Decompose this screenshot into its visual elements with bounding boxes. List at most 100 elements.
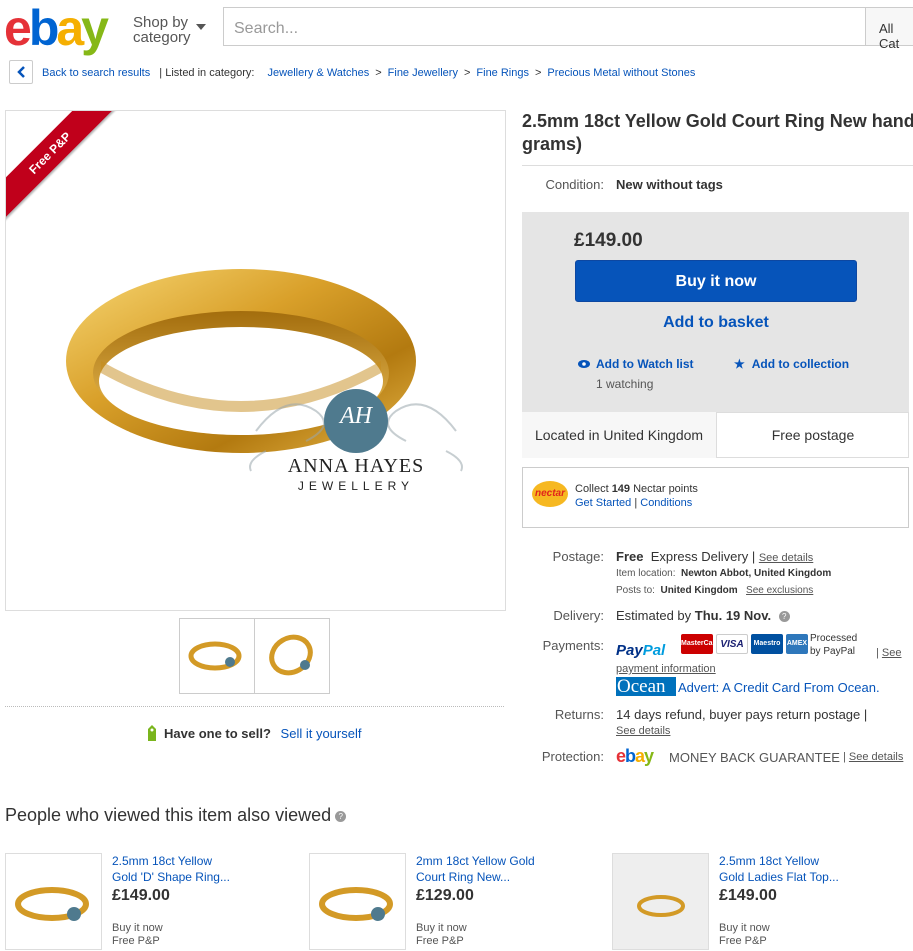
returns-see-details-link[interactable]: See details: [616, 725, 670, 737]
ring-thumbnail: [637, 895, 685, 917]
also-viewed-image-2[interactable]: [309, 853, 406, 950]
nectar-points-label: Nectar points: [633, 483, 698, 495]
logo-letter-a: a: [635, 746, 645, 766]
add-to-watch-list-link[interactable]: Add to Watch list: [578, 357, 694, 371]
breadcrumb: Back to search results | Listed in categ…: [42, 67, 695, 79]
payment-see-link[interactable]: | See: [876, 647, 902, 659]
thumbnail-2[interactable]: [254, 618, 330, 694]
sell-prompt: Have one to sell? Sell it yourself: [146, 725, 361, 741]
star-icon: ★: [734, 357, 745, 371]
nectar-logo: nectar: [532, 481, 568, 507]
payments-label: Payments:: [542, 638, 604, 653]
also-viewed-heading: People who viewed this item also viewed?: [5, 805, 347, 826]
back-to-search-link[interactable]: Back to search results: [42, 67, 150, 79]
item-location-label: Item location:: [616, 568, 676, 579]
add-to-collection-link[interactable]: ★ Add to collection: [734, 357, 849, 371]
processed-line: Processed: [810, 633, 858, 644]
item-price: £149.00: [574, 230, 643, 251]
also-viewed-price-2: £129.00: [416, 887, 474, 904]
shop-by-line2: category: [133, 29, 191, 46]
also-viewed-title-1a: 2.5mm 18ct Yellow: [112, 854, 213, 868]
also-viewed-image-3[interactable]: [612, 853, 709, 950]
maestro-icon: Maestro: [751, 634, 783, 654]
postage-see-details-link[interactable]: See details: [759, 552, 813, 564]
mastercard-icon: MasterCard: [681, 634, 720, 654]
nectar-points: 149: [611, 483, 631, 495]
item-title-line1: 2.5mm 18ct Yellow Gold Court Ring New ha…: [522, 111, 913, 131]
logo-letter-b: b: [625, 746, 636, 766]
also-viewed-title-2a: 2mm 18ct Yellow Gold: [416, 854, 535, 868]
posts-to: Posts to: United Kingdom See exclusions: [616, 585, 813, 596]
also-viewed-title-1[interactable]: 2.5mm 18ct Yellow Gold 'D' Shape Ring...: [112, 853, 242, 885]
money-back-guarantee: MONEY BACK GUARANTEE: [669, 750, 840, 765]
help-icon[interactable]: ?: [335, 810, 347, 822]
condition-label: Condition:: [545, 177, 604, 192]
postage-value: Free Express Delivery | See details: [616, 549, 814, 564]
free-postage: Free postage: [771, 427, 855, 443]
also-viewed-image-1[interactable]: [5, 853, 102, 950]
logo-letter-a: a: [56, 0, 84, 56]
returns-label: Returns:: [554, 707, 604, 722]
breadcrumb-precious-metal[interactable]: Precious Metal without Stones: [547, 67, 695, 79]
item-location: Located in United Kingdom: [522, 412, 717, 458]
visa-icon: VISA: [716, 634, 748, 654]
ocean-logo[interactable]: Ocean: [616, 677, 676, 696]
back-button[interactable]: [9, 60, 33, 84]
nectar-collect: Collect: [575, 483, 609, 495]
logo-letter-b: b: [28, 0, 59, 56]
help-icon[interactable]: ?: [778, 611, 790, 622]
ring-thumbnail: [269, 634, 313, 676]
logo-letter-y: y: [644, 746, 654, 766]
delivery-prefix: Estimated by: [616, 608, 692, 623]
breadcrumb-fine-rings[interactable]: Fine Rings: [476, 67, 529, 79]
ring-thumbnail: [188, 641, 242, 671]
chevron-left-icon: [17, 66, 25, 78]
ring-thumbnail: [15, 887, 89, 921]
breadcrumb-separator: >: [534, 67, 542, 79]
breadcrumb-fine-jewellery[interactable]: Fine Jewellery: [388, 67, 458, 79]
nectar-sep: |: [634, 497, 638, 509]
brand-subtitle: JEWELLERY: [297, 479, 415, 493]
also-viewed-title-3a: 2.5mm 18ct Yellow: [719, 854, 820, 868]
buy-it-now-button[interactable]: Buy it now: [575, 260, 857, 302]
buy-format: Buy it now: [416, 922, 467, 934]
nectar-conditions-link[interactable]: Conditions: [640, 497, 692, 509]
watching-count: 1 watching: [596, 377, 654, 391]
delivery-label: Delivery:: [553, 608, 604, 623]
ocean-advert-link[interactable]: Advert: A Credit Card From Ocean.: [678, 680, 880, 695]
buy-format: Buy it now: [112, 922, 163, 934]
also-viewed-title-2b: Court Ring New...: [416, 870, 511, 884]
shop-by-category-button[interactable]: Shop by category: [133, 15, 206, 46]
also-viewed-title-2[interactable]: 2mm 18ct Yellow Gold Court Ring New...: [416, 853, 556, 885]
nectar-text: Collect 149 Nectar points Get Started | …: [575, 482, 698, 510]
nectar-get-started-link[interactable]: Get Started: [575, 497, 631, 509]
amex-icon: AMEX: [786, 634, 808, 654]
ebay-logo[interactable]: ebay: [4, 2, 124, 54]
item-location-value: Newton Abbot, United Kingdom: [681, 568, 832, 579]
thumbnail-1[interactable]: [179, 618, 255, 694]
payment-information-link[interactable]: payment information: [616, 663, 716, 675]
item-title-line2: grams): [522, 134, 583, 154]
add-to-basket-button[interactable]: Add to basket: [575, 314, 857, 332]
protection-label: Protection:: [541, 749, 604, 764]
also-viewed-title-3[interactable]: 2.5mm 18ct Yellow Gold Ladies Flat Top...: [719, 853, 869, 885]
condition-value: New without tags: [616, 177, 723, 192]
main-product-image[interactable]: AH ANNA HAYES JEWELLERY Free P&P: [5, 110, 506, 611]
protection-see-details-link[interactable]: | See details: [843, 751, 903, 763]
breadcrumb-separator: >: [463, 67, 471, 79]
ring-thumbnail: [319, 887, 393, 921]
breadcrumb-jewellery-watches[interactable]: Jewellery & Watches: [268, 67, 370, 79]
paypal-pal: Pal: [642, 642, 666, 659]
processed-by-paypal: Processed by PayPal: [810, 632, 857, 658]
also-viewed-buy-2: Buy it now Free P&P: [416, 922, 467, 948]
listed-in-label: | Listed in category:: [159, 67, 255, 79]
sell-it-yourself-link[interactable]: Sell it yourself: [281, 726, 362, 741]
add-to-watch-list-label: Add to Watch list: [596, 357, 694, 371]
see-exclusions-link[interactable]: See exclusions: [746, 585, 813, 596]
category-select[interactable]: All Cat: [865, 7, 913, 51]
also-viewed-title-3b: Gold Ladies Flat Top...: [719, 870, 839, 884]
chevron-down-icon: [196, 24, 206, 30]
delivery-date: Thu. 19 Nov.: [694, 608, 772, 623]
postage-note: Free P&P: [112, 935, 160, 947]
search-input[interactable]: Search...: [223, 7, 866, 46]
